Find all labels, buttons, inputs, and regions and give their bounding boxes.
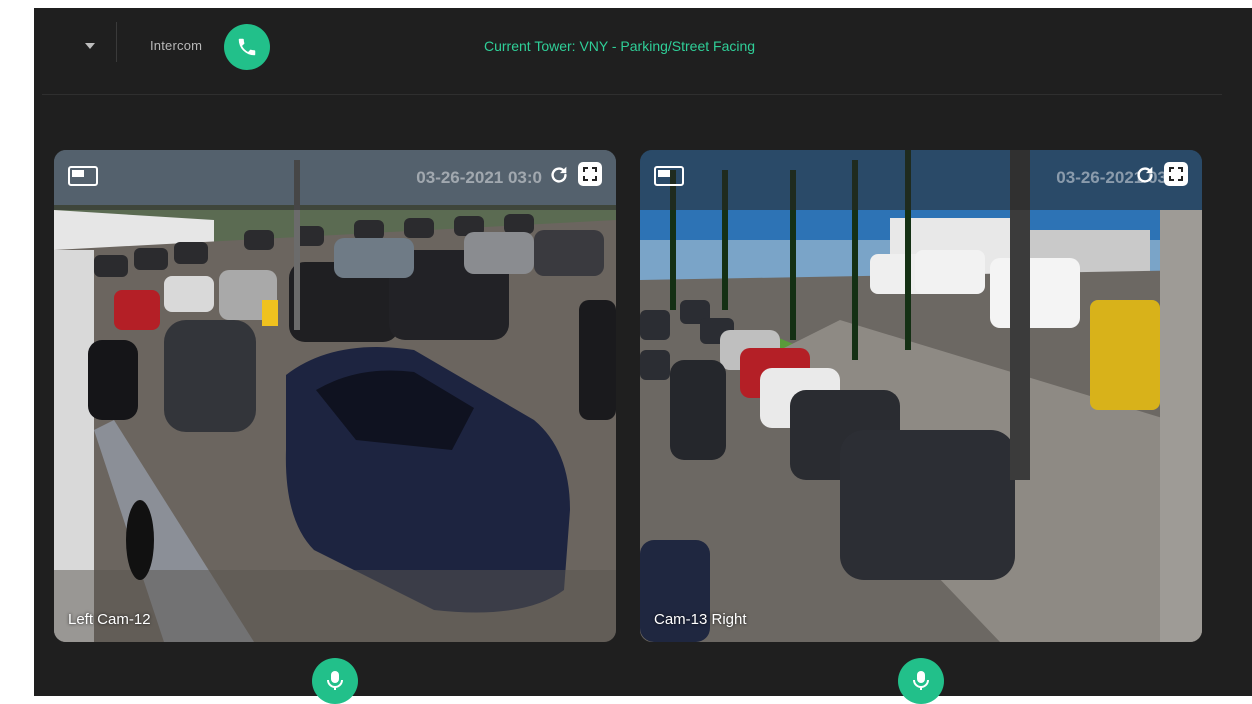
top-bar: Intercom Current Tower: VNY - Parking/St… xyxy=(34,8,1252,84)
menu-dropdown[interactable] xyxy=(78,34,102,58)
camera-timestamp-left: 03-26-2021 03:0 xyxy=(416,168,542,187)
app-window: Intercom Current Tower: VNY - Parking/St… xyxy=(34,8,1252,704)
fullscreen-glyph-icon xyxy=(1169,167,1183,181)
camera-label-left: Left Cam-12 xyxy=(68,611,151,628)
fullscreen-icon[interactable] xyxy=(578,162,602,186)
intercom-label: Intercom xyxy=(150,38,203,53)
picture-in-picture-icon[interactable] xyxy=(68,166,98,186)
divider xyxy=(116,22,117,62)
fullscreen-icon[interactable] xyxy=(1164,162,1188,186)
header-divider xyxy=(42,94,1222,95)
picture-in-picture-icon[interactable] xyxy=(654,166,684,186)
fullscreen-glyph-icon xyxy=(583,167,597,181)
chevron-down-icon xyxy=(85,43,95,49)
phone-icon xyxy=(238,38,256,56)
microphone-icon xyxy=(913,671,929,690)
camera-image-right xyxy=(640,150,1202,642)
refresh-icon[interactable] xyxy=(1134,164,1156,186)
microphone-button-right[interactable] xyxy=(898,658,944,704)
current-tower-label: Current Tower: VNY - Parking/Street Faci… xyxy=(484,38,756,54)
refresh-icon[interactable] xyxy=(548,164,570,186)
camera-image-left xyxy=(54,150,616,642)
intercom-call-button[interactable] xyxy=(224,24,270,70)
microphone-icon xyxy=(327,671,343,690)
camera-feed-right[interactable]: 03-26-2021 03:0 Cam-13 Right xyxy=(640,150,1202,642)
microphone-button-left[interactable] xyxy=(312,658,358,704)
camera-label-right: Cam-13 Right xyxy=(654,611,747,628)
camera-feed-left[interactable]: 03-26-2021 03:0 Left Cam-12 xyxy=(54,150,616,642)
